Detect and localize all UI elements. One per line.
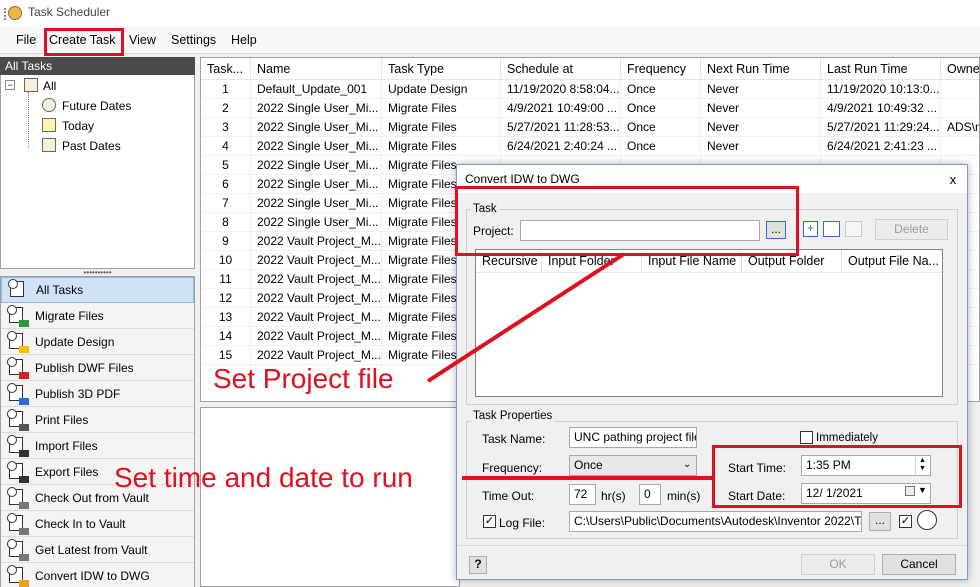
annotation-set-schedule: Set time and date to run (114, 462, 413, 493)
project-arrow-line (426, 252, 626, 383)
annotation-set-project: Set Project file (213, 363, 394, 394)
annotation-arrows (426, 252, 712, 480)
